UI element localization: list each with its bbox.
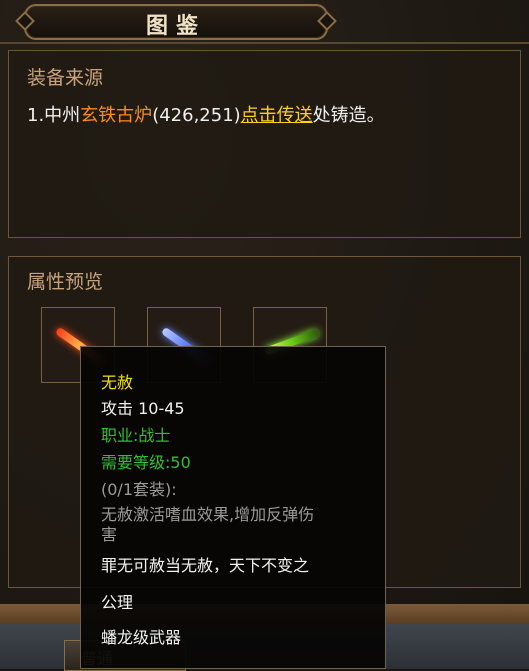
source-line: 1.中州玄铁古炉(426,251)点击传送处铸造。: [27, 101, 385, 127]
teleport-link[interactable]: 点击传送: [241, 105, 313, 126]
item-grade: 蟠龙级武器: [101, 628, 182, 647]
source-suffix: 处铸造。: [312, 105, 385, 126]
source-heading: 装备来源: [27, 67, 104, 89]
item-tooltip: 无赦 攻击 10-45 职业:战士 需要等级:50 (0/1套装): 无赦激活嗜…: [80, 346, 386, 669]
item-set-desc-cont: 害: [101, 525, 118, 544]
item-flavor: 罪无可赦当无赦，天下不变之: [101, 556, 310, 575]
header-divider: [0, 42, 529, 44]
source-prefix: 1.中州: [27, 105, 81, 126]
item-set-desc: 无赦激活嗜血效果,增加反弹伤: [101, 505, 315, 524]
item-flavor-cont: 公理: [101, 593, 134, 612]
item-level: 需要等级:50: [101, 453, 191, 472]
item-set: (0/1套装):: [101, 480, 177, 499]
location-coords: (426,251): [152, 105, 241, 126]
window-title: 图鉴: [145, 14, 206, 39]
source-panel: 装备来源 1.中州玄铁古炉(426,251)点击传送处铸造。: [8, 50, 521, 238]
title-bar: 图鉴: [24, 4, 328, 40]
location-name: 玄铁古炉: [80, 105, 153, 126]
item-job: 职业:战士: [101, 426, 171, 445]
item-attack: 攻击 10-45: [101, 399, 185, 418]
attribute-heading: 属性预览: [27, 271, 104, 293]
item-name: 无赦: [101, 373, 134, 392]
